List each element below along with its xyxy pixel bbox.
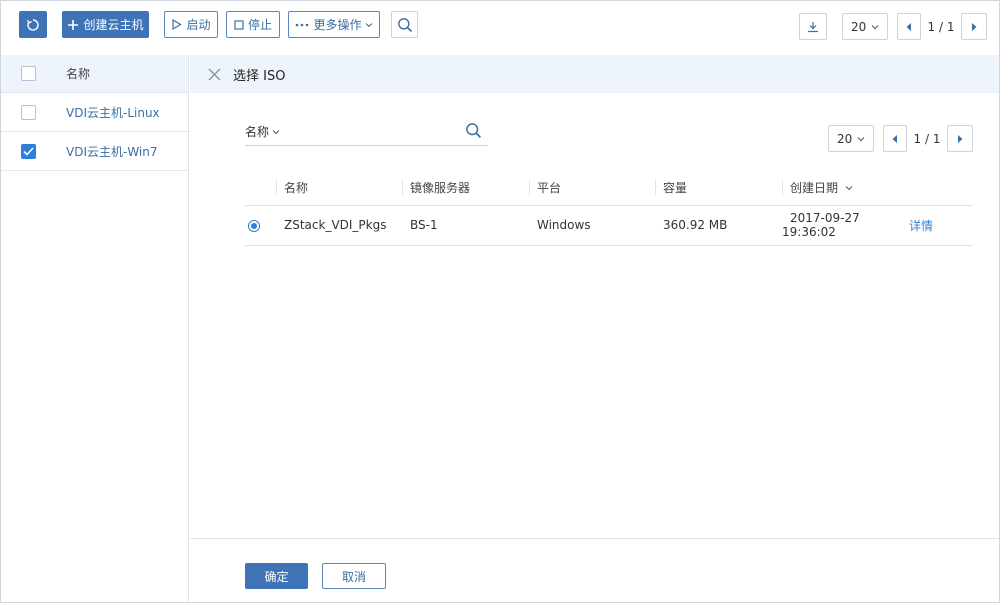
iso-name: ZStack_VDI_Pkgs xyxy=(284,218,387,232)
vm-checkbox[interactable] xyxy=(21,104,36,120)
check-icon xyxy=(23,146,34,156)
cancel-button[interactable]: 取消 xyxy=(322,563,386,589)
details-link[interactable]: 详情 xyxy=(909,219,933,233)
vm-checkbox[interactable] xyxy=(21,143,36,159)
create-vm-button[interactable]: 创建云主机 xyxy=(62,11,149,38)
caret-left-icon xyxy=(892,134,898,143)
table-header-row: 名称 镜像服务器 平台 容量 创建日期 xyxy=(245,170,973,206)
confirm-button[interactable]: 确定 xyxy=(245,563,308,589)
vm-list-item[interactable]: VDI云主机-Win7 xyxy=(1,132,188,171)
table-row[interactable]: ZStack_VDI_Pkgs BS-1 Windows 360.92 MB 2… xyxy=(245,205,973,246)
page-size-select[interactable]: 20 xyxy=(842,13,888,40)
more-dots-icon xyxy=(295,22,309,28)
footer-divider xyxy=(190,538,999,539)
column-header-size: 容量 xyxy=(655,170,782,206)
search-field-label: 名称 xyxy=(245,125,270,139)
stop-button[interactable]: 停止 xyxy=(226,11,280,38)
dialog-page-indicator: 1 / 1 xyxy=(913,131,941,146)
vm-name[interactable]: VDI云主机-Win7 xyxy=(66,143,158,160)
more-actions-label: 更多操作 xyxy=(313,18,362,32)
dialog-page-size-select[interactable]: 20 xyxy=(828,125,874,152)
iso-platform: Windows xyxy=(537,218,591,232)
vm-list-header-label: 名称 xyxy=(66,67,91,81)
start-label: 启动 xyxy=(186,18,211,32)
select-all-checkbox[interactable] xyxy=(21,66,36,81)
chevron-down-icon xyxy=(871,24,879,30)
stop-icon xyxy=(234,19,244,30)
download-button[interactable] xyxy=(799,13,827,40)
next-page-button[interactable] xyxy=(961,13,987,40)
caret-right-icon xyxy=(971,22,977,31)
column-header-name: 名称 xyxy=(276,170,402,206)
dialog-next-page-button[interactable] xyxy=(947,125,973,152)
search-icon xyxy=(397,17,413,33)
refresh-button[interactable] xyxy=(19,11,47,38)
column-header-platform: 平台 xyxy=(529,170,655,206)
dialog-header: 选择 ISO xyxy=(190,55,999,93)
close-icon[interactable] xyxy=(208,68,221,81)
page-size-value: 20 xyxy=(851,19,867,34)
refresh-icon xyxy=(26,18,40,32)
iso-size: 360.92 MB xyxy=(663,218,728,232)
dialog-prev-page-button[interactable] xyxy=(883,125,907,152)
prev-page-button[interactable] xyxy=(897,13,921,40)
plus-icon xyxy=(67,19,79,31)
play-icon xyxy=(171,19,183,30)
page-indicator: 1 / 1 xyxy=(927,19,955,34)
toolbar: 创建云主机 启动 停止 更多操作 20 1 / 1 xyxy=(0,0,1000,54)
column-header-server: 镜像服务器 xyxy=(402,170,529,206)
stop-label: 停止 xyxy=(247,18,272,32)
action-column-header xyxy=(909,170,973,206)
search-icon[interactable] xyxy=(465,122,482,142)
row-radio[interactable] xyxy=(248,220,260,232)
sort-chevron-icon xyxy=(845,185,853,191)
iso-server: BS-1 xyxy=(410,218,438,232)
caret-right-icon xyxy=(957,134,963,143)
dialog-page-size-value: 20 xyxy=(837,131,853,146)
search-field-select[interactable]: 名称 xyxy=(245,123,280,140)
radio-column-header xyxy=(245,170,276,206)
iso-search-bar: 名称 xyxy=(245,118,488,146)
vm-list: 名称 VDI云主机-Linux VDI云主机-Win7 xyxy=(1,55,189,602)
start-button[interactable]: 启动 xyxy=(164,11,218,38)
search-input[interactable] xyxy=(295,122,455,142)
caret-left-icon xyxy=(906,22,912,31)
search-button[interactable] xyxy=(391,11,418,38)
more-actions-button[interactable]: 更多操作 xyxy=(288,11,380,38)
chevron-down-icon xyxy=(857,136,865,142)
iso-table: 名称 镜像服务器 平台 容量 创建日期 ZStack_VDI_Pkgs BS-1… xyxy=(245,170,973,246)
iso-created: 2017-09-27 19:36:02 xyxy=(782,211,860,239)
dialog-title: 选择 ISO xyxy=(233,68,286,84)
create-vm-label: 创建云主机 xyxy=(83,18,144,32)
chevron-down-icon xyxy=(365,22,373,28)
vm-list-header: 名称 xyxy=(1,55,188,93)
column-header-created[interactable]: 创建日期 xyxy=(782,170,909,206)
vm-list-item[interactable]: VDI云主机-Linux xyxy=(1,93,188,132)
vm-name[interactable]: VDI云主机-Linux xyxy=(66,104,160,121)
download-icon xyxy=(807,21,819,33)
chevron-down-icon xyxy=(272,129,280,135)
